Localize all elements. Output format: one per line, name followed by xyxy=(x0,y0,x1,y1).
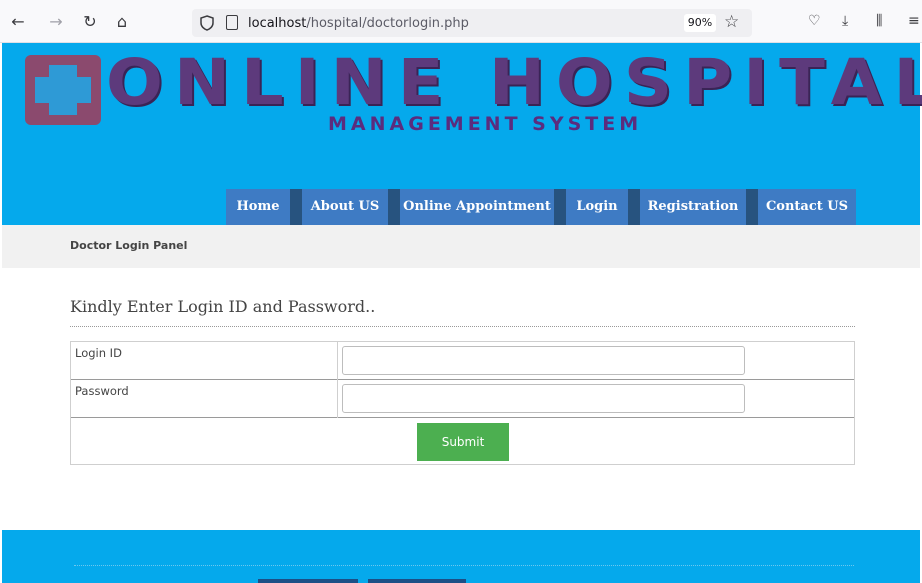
logo-title: ONLINE HOSPITAL xyxy=(106,44,922,120)
reload-icon[interactable]: ↻ xyxy=(80,12,100,32)
nav-about-us[interactable]: About US xyxy=(302,189,388,225)
form-heading: Kindly Enter Login ID and Password.. xyxy=(70,297,376,316)
dotted-divider xyxy=(70,326,855,327)
cell-divider xyxy=(337,342,338,380)
address-bar[interactable]: localhost/hospital/doctorlogin.php 90% ☆ xyxy=(192,9,752,37)
nav-separator xyxy=(746,189,758,225)
site-header: ONLINE HOSPITAL MANAGEMENT SYSTEM Home A… xyxy=(2,43,922,225)
site-footer xyxy=(2,530,920,583)
footer-strip xyxy=(368,579,466,583)
password-label: Password xyxy=(75,384,129,398)
page-icon xyxy=(226,15,238,30)
footer-strip xyxy=(258,579,358,583)
nav-separator xyxy=(388,189,400,225)
forward-arrow-icon[interactable]: → xyxy=(46,12,66,32)
cell-divider xyxy=(337,380,338,418)
submit-button[interactable]: Submit xyxy=(417,423,509,461)
password-row: Password xyxy=(71,380,854,418)
back-arrow-icon[interactable]: ← xyxy=(8,12,28,32)
menu-icon[interactable]: ≡ xyxy=(908,13,920,29)
nav-registration[interactable]: Registration xyxy=(640,189,746,225)
bookmark-star-icon[interactable]: ☆ xyxy=(724,12,739,32)
footer-divider xyxy=(74,565,854,566)
nav-separator xyxy=(628,189,640,225)
url-path: /hospital/doctorlogin.php xyxy=(306,16,469,31)
nav-online-appointment[interactable]: Online Appointment xyxy=(400,189,554,225)
page-title: Doctor Login Panel xyxy=(70,239,188,252)
nav-separator xyxy=(290,189,302,225)
browser-toolbar: ← → ↻ ⌂ localhost/hospital/doctorlogin.p… xyxy=(0,0,922,43)
download-icon[interactable]: ⤓ xyxy=(842,13,848,29)
shield-icon[interactable] xyxy=(200,15,214,31)
login-id-row: Login ID xyxy=(71,342,854,380)
password-input[interactable] xyxy=(342,384,745,413)
login-id-label: Login ID xyxy=(75,346,122,360)
nav-login[interactable]: Login xyxy=(566,189,628,225)
library-icon[interactable]: ⫼ xyxy=(876,13,882,29)
home-icon[interactable]: ⌂ xyxy=(112,12,132,32)
pocket-icon[interactable]: ♡ xyxy=(808,13,821,29)
nav-contact-us[interactable]: Contact US xyxy=(758,189,856,225)
url-host: localhost xyxy=(248,16,307,31)
logo-subtitle: MANAGEMENT SYSTEM xyxy=(328,113,643,135)
nav-separator xyxy=(554,189,566,225)
medical-cross-logo-icon xyxy=(25,55,101,125)
zoom-badge[interactable]: 90% xyxy=(684,14,716,32)
breadcrumb: Doctor Login Panel xyxy=(2,225,920,268)
login-id-input[interactable] xyxy=(342,346,745,375)
login-form: Login ID Password Submit xyxy=(70,341,855,465)
nav-home[interactable]: Home xyxy=(226,189,290,225)
url-text[interactable]: localhost/hospital/doctorlogin.php xyxy=(248,16,469,31)
submit-row: Submit xyxy=(71,418,854,464)
